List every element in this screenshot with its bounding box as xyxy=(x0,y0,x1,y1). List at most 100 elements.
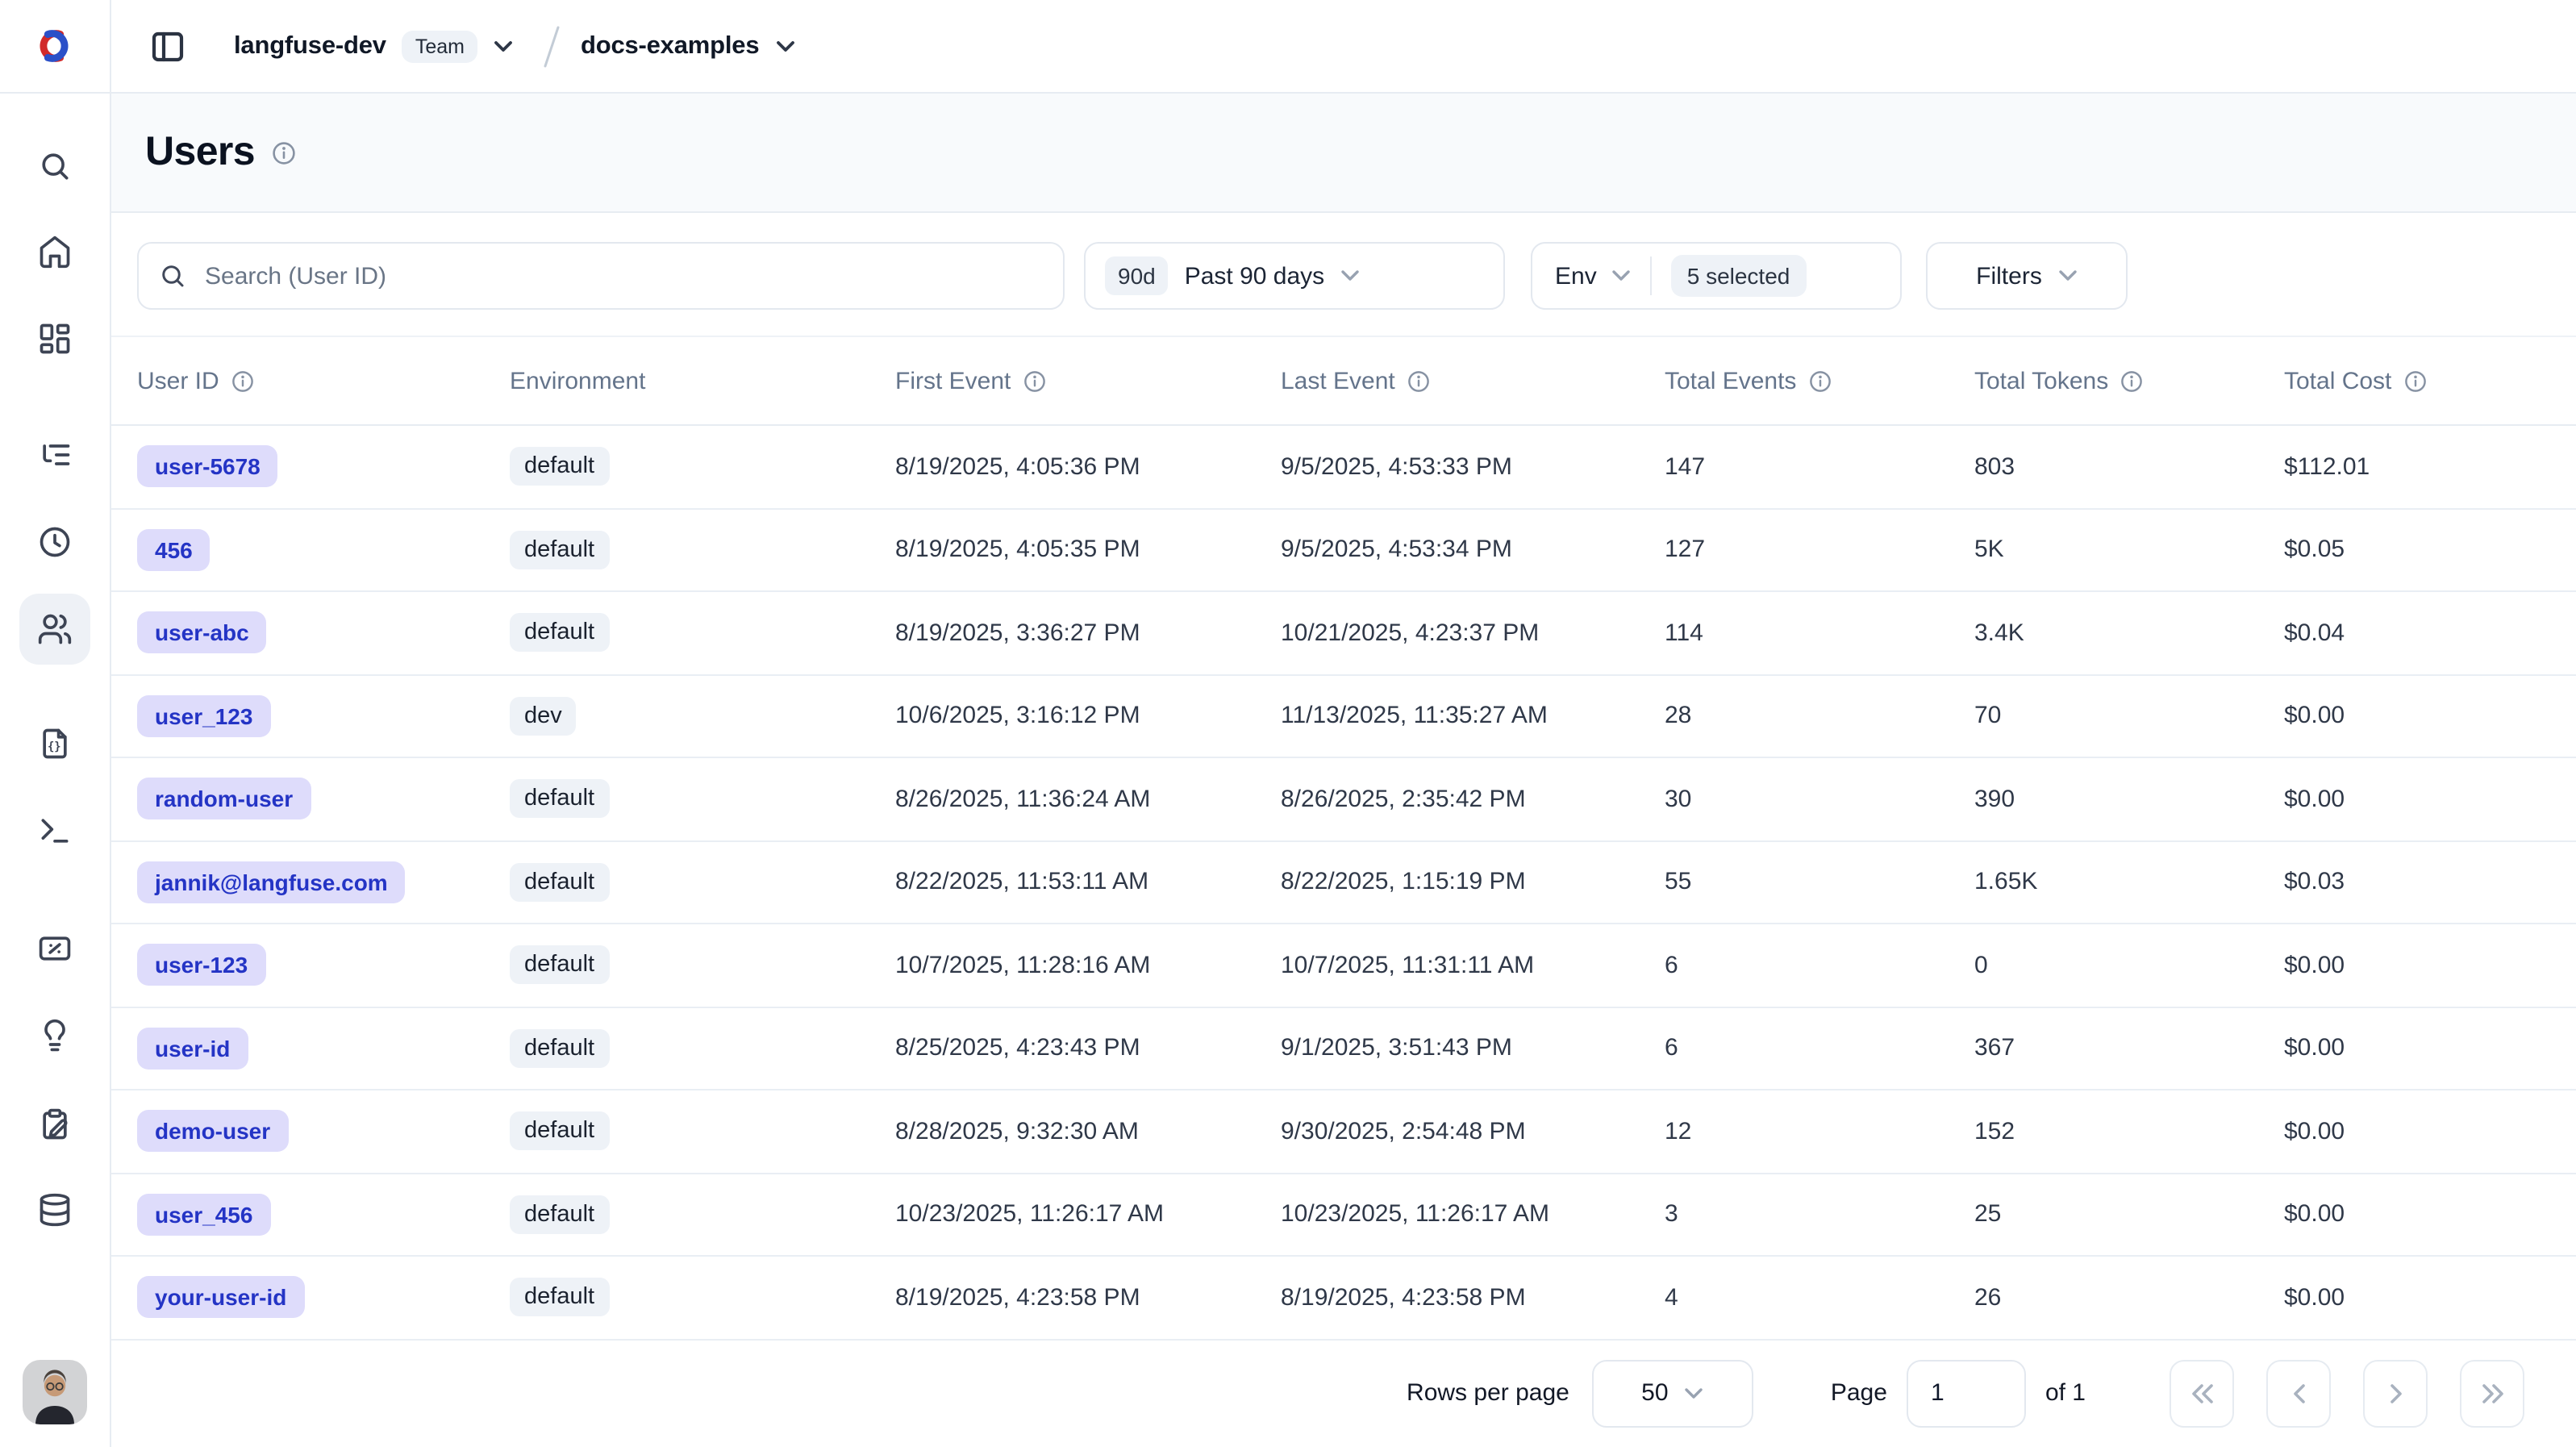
org-type-badge: Team xyxy=(402,30,477,62)
project-switcher-button[interactable] xyxy=(772,36,798,56)
next-page-button[interactable] xyxy=(2363,1359,2428,1427)
first-event-cell: 10/23/2025, 11:26:17 AM xyxy=(895,1201,1281,1228)
column-info-icon[interactable] xyxy=(2120,369,2144,393)
user-id-badge[interactable]: user-id xyxy=(137,1028,248,1070)
user-id-badge[interactable]: user_456 xyxy=(137,1194,270,1236)
column-info-icon[interactable] xyxy=(1022,369,1046,393)
total-tokens-cell: 70 xyxy=(1974,703,2284,730)
table-row[interactable]: user_456 default 10/23/2025, 11:26:17 AM… xyxy=(111,1174,2576,1257)
user-avatar[interactable] xyxy=(23,1360,87,1424)
last-event-cell: 8/26/2025, 2:35:42 PM xyxy=(1281,786,1665,813)
table-row[interactable]: user-5678 default 8/19/2025, 4:05:36 PM … xyxy=(111,426,2576,509)
environment-cell: default xyxy=(510,1112,895,1151)
next-page-icon xyxy=(2388,1383,2403,1403)
org-name[interactable]: langfuse-dev xyxy=(234,31,386,60)
environment-badge: default xyxy=(510,614,609,653)
last-event-cell: 8/19/2025, 4:23:58 PM xyxy=(1281,1284,1665,1311)
table-row[interactable]: your-user-id default 8/19/2025, 4:23:58 … xyxy=(111,1257,2576,1340)
total-cost-cell: $112.01 xyxy=(2284,453,2576,481)
column-header-environment: Environment xyxy=(510,367,895,394)
table-row[interactable]: jannik@langfuse.com default 8/22/2025, 1… xyxy=(111,841,2576,924)
column-label: User ID xyxy=(137,367,219,394)
environment-badge: default xyxy=(510,946,609,985)
table-row[interactable]: random-user default 8/26/2025, 11:36:24 … xyxy=(111,758,2576,841)
total-cost-cell: $0.00 xyxy=(2284,1201,2576,1228)
environment-cell: default xyxy=(510,1278,895,1317)
project-name[interactable]: docs-examples xyxy=(581,31,759,60)
rows-per-page-select[interactable]: 50 xyxy=(1592,1359,1753,1427)
previous-page-button[interactable] xyxy=(2266,1359,2331,1427)
user-id-badge[interactable]: jannik@langfuse.com xyxy=(137,861,406,903)
column-info-icon[interactable] xyxy=(2403,369,2427,393)
user-id-badge[interactable]: random-user xyxy=(137,778,311,820)
chevron-down-icon xyxy=(1685,1387,1704,1399)
datasets-database-icon xyxy=(37,1192,73,1228)
total-events-cell: 28 xyxy=(1665,703,1974,730)
column-info-icon[interactable] xyxy=(1807,369,1832,393)
total-tokens-cell: 25 xyxy=(1974,1201,2284,1228)
sidebar-item-search[interactable] xyxy=(19,131,90,202)
chevron-down-icon xyxy=(1611,269,1631,282)
search-input[interactable] xyxy=(202,261,1044,291)
table-row[interactable]: user-abc default 8/19/2025, 3:36:27 PM 1… xyxy=(111,592,2576,675)
chevron-down-icon xyxy=(2058,269,2078,282)
home-icon xyxy=(37,234,73,269)
sidebar-item-datasets[interactable] xyxy=(19,1174,90,1245)
sidebar-item-annotation[interactable] xyxy=(19,1089,90,1160)
user-id-badge[interactable]: 456 xyxy=(137,529,210,571)
last-event-cell: 9/1/2025, 3:51:43 PM xyxy=(1281,1035,1665,1062)
sidebar-item-sessions[interactable] xyxy=(19,507,90,578)
svg-text:{}: {} xyxy=(48,740,61,753)
page-title-info-icon[interactable] xyxy=(271,140,297,165)
sessions-clock-icon xyxy=(37,524,73,560)
environment-badge: default xyxy=(510,863,609,902)
table-row[interactable]: user-123 default 10/7/2025, 11:28:16 AM … xyxy=(111,924,2576,1007)
first-page-button[interactable] xyxy=(2170,1359,2234,1427)
column-header-user_id: User ID xyxy=(137,367,510,394)
page-header: Users xyxy=(111,94,2576,213)
sidebar: {} xyxy=(0,0,111,1447)
user-id-badge[interactable]: user-5678 xyxy=(137,446,278,488)
filter-bar: 90d Past 90 days Env 5 selected Filters xyxy=(137,242,2550,310)
sidebar-item-playground[interactable] xyxy=(19,795,90,866)
rows-per-page-value: 50 xyxy=(1641,1379,1668,1407)
env-selected-badge: 5 selected xyxy=(1671,255,1807,297)
environment-cell: default xyxy=(510,863,895,902)
table-row[interactable]: user-id default 8/25/2025, 4:23:43 PM 9/… xyxy=(111,1007,2576,1090)
environment-filter-button[interactable]: Env 5 selected xyxy=(1531,242,1902,310)
filters-label: Filters xyxy=(1976,262,2042,290)
org-switcher-button[interactable] xyxy=(490,36,516,56)
date-range-button[interactable]: 90d Past 90 days xyxy=(1084,242,1505,310)
user-id-badge[interactable]: user_123 xyxy=(137,695,270,737)
last-page-button[interactable] xyxy=(2460,1359,2524,1427)
sidebar-item-home[interactable] xyxy=(19,216,90,287)
table-body: user-5678 default 8/19/2025, 4:05:36 PM … xyxy=(111,426,2576,1340)
table-row[interactable]: user_123 dev 10/6/2025, 3:16:12 PM 11/13… xyxy=(111,675,2576,758)
sidebar-item-users[interactable] xyxy=(19,594,90,665)
user-id-badge[interactable]: demo-user xyxy=(137,1111,288,1153)
sidebar-toggle-button[interactable] xyxy=(148,27,187,65)
table-row[interactable]: 456 default 8/19/2025, 4:05:35 PM 9/5/20… xyxy=(111,509,2576,592)
prompts-file-icon: {} xyxy=(37,726,73,761)
filters-button[interactable]: Filters xyxy=(1926,242,2128,310)
user-id-badge[interactable]: user-123 xyxy=(137,945,265,986)
first-event-cell: 10/6/2025, 3:16:12 PM xyxy=(895,703,1281,730)
user-id-badge[interactable]: your-user-id xyxy=(137,1277,304,1319)
search-box[interactable] xyxy=(137,242,1065,310)
user-id-badge[interactable]: user-abc xyxy=(137,612,267,654)
page-number-input[interactable] xyxy=(1907,1359,2026,1427)
sidebar-item-evaluation[interactable] xyxy=(19,913,90,984)
table-row[interactable]: demo-user default 8/28/2025, 9:32:30 AM … xyxy=(111,1090,2576,1174)
insights-lightbulb-icon xyxy=(37,1018,73,1053)
first-event-cell: 8/19/2025, 4:05:36 PM xyxy=(895,453,1281,481)
sidebar-item-insights[interactable] xyxy=(19,1000,90,1071)
sidebar-item-dashboards[interactable] xyxy=(19,303,90,374)
column-info-icon[interactable] xyxy=(1407,369,1431,393)
total-cost-cell: $0.00 xyxy=(2284,786,2576,813)
total-tokens-cell: 367 xyxy=(1974,1035,2284,1062)
pagination-nav xyxy=(2170,1359,2524,1427)
sidebar-item-prompts[interactable]: {} xyxy=(19,708,90,779)
table-header-row: User ID EnvironmentFirst Event Last Even… xyxy=(111,336,2576,426)
column-info-icon[interactable] xyxy=(231,369,255,393)
sidebar-item-tracing[interactable] xyxy=(19,419,90,490)
